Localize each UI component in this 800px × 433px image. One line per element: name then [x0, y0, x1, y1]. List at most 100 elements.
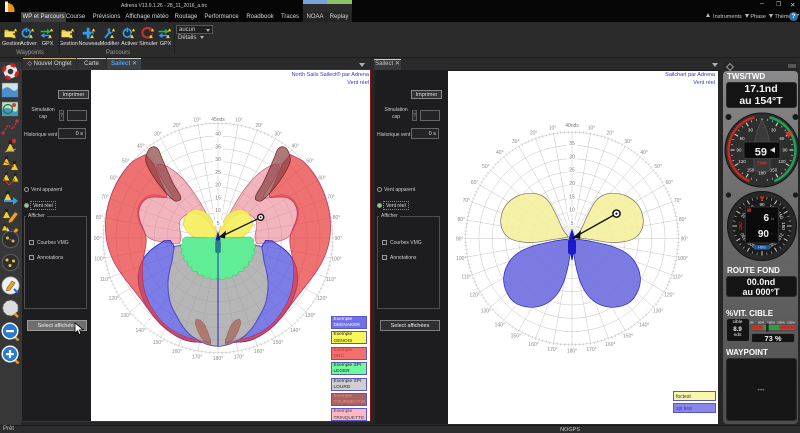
svg-text:40: 40	[215, 132, 221, 138]
svg-text:50°: 50°	[306, 159, 314, 165]
svg-text:70°: 70°	[327, 195, 335, 201]
svg-text:30: 30	[748, 128, 753, 133]
svg-text:80°: 80°	[96, 215, 104, 221]
svg-text:150: 150	[769, 168, 777, 173]
svg-text:140°: 140°	[290, 328, 300, 334]
svg-text:45nds: 45nds	[211, 117, 225, 123]
svg-text:40nds: 40nds	[565, 123, 579, 129]
svg-text:110°: 110°	[461, 274, 471, 280]
svg-text:6: 6	[763, 213, 769, 224]
svg-text:60: 60	[779, 136, 784, 141]
svg-text:60°: 60°	[666, 180, 674, 186]
svg-text:180°: 180°	[213, 356, 223, 362]
svg-text:10: 10	[569, 207, 575, 213]
svg-text:130°: 130°	[121, 313, 131, 319]
svg-text:110°: 110°	[673, 274, 683, 280]
svg-text:130°: 130°	[305, 313, 315, 319]
svg-text:35: 35	[215, 144, 221, 150]
svg-text:160°: 160°	[254, 349, 264, 355]
svg-text:40°: 40°	[640, 150, 648, 156]
svg-text:20°: 20°	[255, 123, 263, 129]
svg-text:160°: 160°	[172, 349, 182, 355]
svg-text:140°: 140°	[639, 322, 649, 328]
svg-text:60°: 60°	[110, 176, 118, 182]
svg-text:40°: 40°	[292, 144, 300, 150]
svg-text:140°: 140°	[136, 328, 146, 334]
svg-text:150°: 150°	[511, 333, 521, 339]
svg-text:50°: 50°	[654, 164, 662, 170]
svg-text:120: 120	[738, 159, 746, 164]
svg-text:130°: 130°	[653, 308, 663, 314]
svg-text:90°: 90°	[456, 236, 464, 242]
svg-text:0%: 0%	[750, 320, 754, 324]
svg-text:100°: 100°	[456, 255, 466, 261]
svg-text:150°: 150°	[153, 340, 163, 346]
svg-text:30°: 30°	[274, 132, 282, 138]
svg-text:70°: 70°	[674, 197, 682, 203]
svg-text:180: 180	[758, 171, 766, 176]
svg-text:120°: 120°	[317, 296, 327, 302]
svg-text:30°: 30°	[624, 139, 632, 145]
svg-text:50°: 50°	[122, 159, 130, 165]
svg-text:120°: 120°	[664, 292, 674, 298]
svg-text:60°: 60°	[318, 176, 326, 182]
svg-text:120°: 120°	[109, 296, 119, 302]
svg-text:170°: 170°	[586, 347, 596, 353]
svg-text:150°: 150°	[623, 333, 633, 339]
svg-text:5: 5	[571, 220, 574, 226]
svg-text:120: 120	[778, 159, 786, 164]
svg-text:100°: 100°	[94, 257, 104, 263]
svg-text:90: 90	[736, 148, 741, 153]
svg-text:110°: 110°	[100, 277, 110, 283]
svg-text:20°: 20°	[607, 130, 615, 136]
svg-text:kt: kt	[771, 217, 774, 221]
svg-text:80°: 80°	[679, 216, 687, 222]
svg-text:25: 25	[569, 167, 575, 173]
svg-text:170°: 170°	[234, 354, 244, 360]
svg-text:10: 10	[215, 208, 221, 214]
svg-text:30: 30	[569, 154, 575, 160]
svg-text:30°: 30°	[154, 132, 162, 138]
svg-text:90: 90	[759, 202, 765, 207]
svg-text:60°: 60°	[471, 180, 479, 186]
svg-text:150: 150	[746, 168, 754, 173]
svg-text:50%: 50%	[757, 320, 763, 324]
svg-text:15: 15	[215, 195, 221, 201]
svg-text:5: 5	[217, 221, 220, 227]
svg-text:30: 30	[771, 128, 776, 133]
svg-text:170°: 170°	[547, 347, 557, 353]
svg-text:10°: 10°	[588, 125, 596, 131]
svg-text:150°: 150°	[273, 340, 283, 346]
svg-text:40°: 40°	[496, 150, 504, 156]
svg-text:10°: 10°	[193, 117, 201, 123]
svg-text:90°: 90°	[335, 236, 343, 242]
svg-text:110°: 110°	[326, 277, 336, 283]
svg-text:140°: 140°	[495, 322, 505, 328]
svg-text:70°: 70°	[101, 195, 109, 201]
svg-text:70°: 70°	[463, 197, 471, 203]
svg-text:10°: 10°	[235, 117, 243, 123]
svg-text:90°: 90°	[681, 236, 689, 242]
svg-text:180: 180	[780, 222, 785, 230]
svg-text:160°: 160°	[528, 341, 538, 347]
svg-text:80°: 80°	[333, 215, 341, 221]
svg-text:30: 30	[215, 157, 221, 163]
svg-text:HDG: HDG	[758, 246, 766, 250]
svg-text:160°: 160°	[605, 341, 615, 347]
svg-text:360: 360	[738, 222, 743, 230]
svg-text:59: 59	[754, 147, 766, 159]
svg-text:20: 20	[569, 181, 575, 187]
svg-text:100°: 100°	[331, 257, 341, 263]
svg-text:130°: 130°	[481, 308, 491, 314]
svg-text:40°: 40°	[137, 144, 145, 150]
svg-text:90: 90	[782, 148, 787, 153]
svg-text:180°: 180°	[567, 348, 577, 354]
svg-text:90: 90	[757, 229, 769, 240]
svg-text:25: 25	[215, 170, 221, 176]
svg-text:10°: 10°	[549, 125, 557, 131]
svg-text:50°: 50°	[482, 164, 490, 170]
svg-text:30°: 30°	[512, 139, 520, 145]
svg-text:90°: 90°	[94, 236, 102, 242]
svg-text:20°: 20°	[530, 130, 538, 136]
svg-text:20: 20	[215, 183, 221, 189]
